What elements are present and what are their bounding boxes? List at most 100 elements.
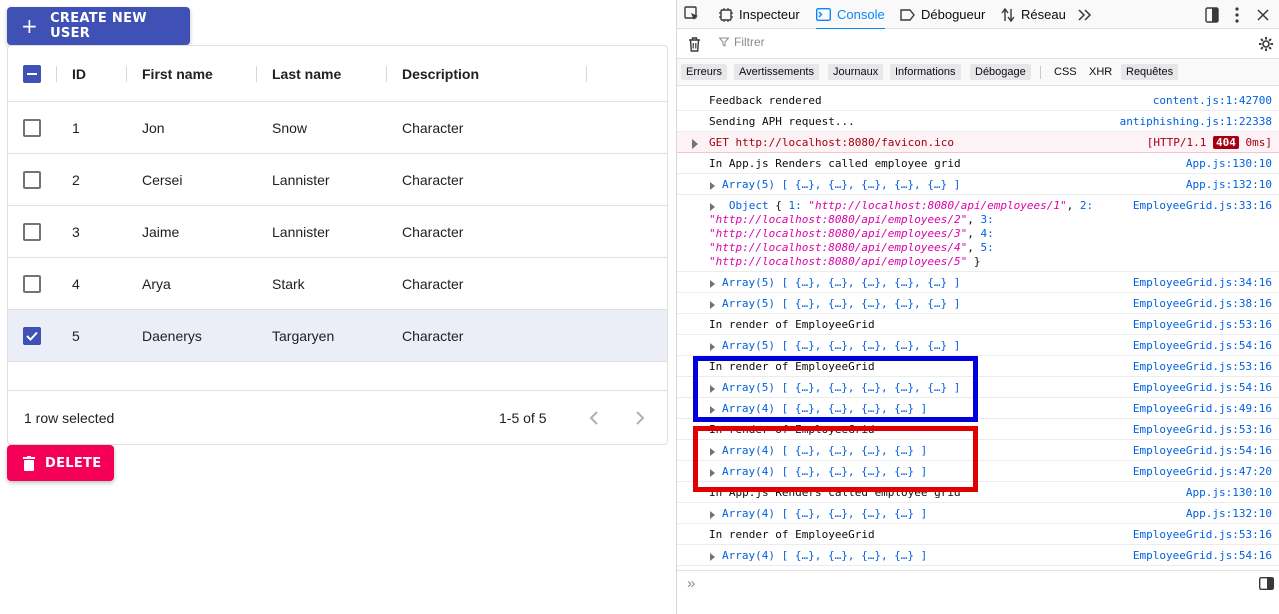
row-checkbox[interactable] — [23, 222, 41, 241]
filter-xhr-button[interactable]: XHR — [1084, 64, 1117, 80]
tab-network[interactable]: Réseau — [1001, 0, 1066, 29]
console-message[interactable]: Array(4) [ {…}, {…}, {…}, {…} ] App.js:13… — [677, 503, 1279, 524]
red-highlight-box — [693, 426, 978, 492]
cell-description: Character — [402, 171, 464, 188]
table-row[interactable]: 3 Jaime Lannister Character — [8, 206, 667, 258]
cell-first-name: Jaime — [142, 223, 180, 240]
previous-page-icon[interactable] — [584, 408, 604, 428]
console-message-source[interactable]: App.js:130:10 — [1186, 486, 1272, 499]
expand-arrow-icon[interactable] — [710, 301, 715, 309]
cell-first-name: Arya — [142, 275, 171, 292]
expand-arrow-icon[interactable] — [710, 343, 715, 351]
trash-icon[interactable] — [685, 35, 703, 53]
console-input[interactable]: » — [677, 570, 1279, 614]
table-row[interactable]: 2 Cersei Lannister Character — [8, 154, 667, 206]
delete-button[interactable]: DELETE — [7, 445, 114, 481]
plus-icon: + — [21, 14, 39, 38]
console-message[interactable]: App.js:130:10 In App.js Renders called em… — [677, 153, 1279, 174]
console-message-text: Array(5) [ {…}, {…}, {…}, {…}, {…} ] — [722, 276, 961, 289]
expand-arrow-icon[interactable] — [710, 182, 715, 190]
filter-errors-button[interactable]: Erreurs — [681, 64, 728, 80]
console-message[interactable]: Array(5) [ {…}, {…}, {…}, {…}, {…} ] Empl… — [677, 293, 1279, 314]
console-message[interactable]: Array(4) [ {…}, {…}, {…}, {…} ] EmployeeG… — [677, 545, 1279, 566]
console-message[interactable]: Array(5) [ {…}, {…}, {…}, {…}, {…} ] Empl… — [677, 335, 1279, 356]
console-message-source[interactable]: EmployeeGrid.js:34:16 — [1133, 276, 1272, 289]
filter-requests-button[interactable]: Requêtes — [1121, 64, 1179, 80]
console-error-message[interactable]: GET http://localhost:8080/favicon.ico [HT… — [677, 132, 1279, 153]
console-message[interactable]: EmployeeGrid.js:53:16 In render of Employ… — [677, 314, 1279, 335]
grid-header: ID First name Last name Description — [8, 46, 667, 102]
app-panel: + CREATE NEW USER ID First name Last nam… — [0, 0, 676, 614]
next-page-icon[interactable] — [630, 408, 650, 428]
filter-warnings-button[interactable]: Avertissements — [734, 64, 819, 80]
expand-arrow-icon[interactable] — [710, 280, 715, 288]
row-checkbox[interactable] — [23, 170, 41, 189]
console-message-source[interactable]: EmployeeGrid.js:33:16 — [1133, 199, 1272, 212]
expand-arrow-icon[interactable] — [710, 511, 715, 519]
console-message[interactable]: Object { 1: "http://localhost:8080/api/e… — [677, 195, 1279, 272]
filter-logs-button[interactable]: Journaux — [828, 64, 884, 80]
cell-id: 1 — [72, 119, 80, 136]
table-row[interactable]: 5 Daenerys Targaryen Character — [8, 310, 667, 362]
tab-debugger[interactable]: Débogueur — [900, 0, 985, 29]
table-row[interactable]: 1 Jon Snow Character — [8, 102, 667, 154]
row-checkbox[interactable] — [23, 274, 41, 293]
console-message[interactable]: content.js:1:42700 Feedback rendered — [677, 90, 1279, 111]
select-all-cell — [23, 46, 41, 101]
console-message[interactable]: Array(5) [ {…}, {…}, {…}, {…}, {…} ] Empl… — [677, 272, 1279, 293]
cell-id: 5 — [72, 327, 80, 344]
expand-arrow-icon[interactable] — [692, 139, 698, 149]
console-message-source[interactable]: EmployeeGrid.js:38:16 — [1133, 297, 1272, 310]
filter-input[interactable]: Filtrer — [719, 35, 765, 49]
devtools-toolbar: Inspecteur Console Débogueur Réseau — [677, 0, 1279, 30]
column-header-last-name[interactable]: Last name — [272, 46, 341, 101]
console-message-source[interactable]: EmployeeGrid.js:54:16 — [1133, 381, 1272, 394]
console-message-source[interactable]: EmployeeGrid.js:54:16 — [1133, 444, 1272, 457]
column-header-first-name[interactable]: First name — [142, 46, 213, 101]
console-message-source[interactable]: EmployeeGrid.js:54:16 — [1133, 339, 1272, 352]
pick-element-icon[interactable] — [683, 5, 701, 23]
column-header-id[interactable]: ID — [72, 46, 86, 101]
select-all-checkbox[interactable] — [23, 64, 41, 83]
console-message-source[interactable]: content.js:1:42700 — [1153, 94, 1272, 107]
split-console-icon[interactable] — [1257, 574, 1275, 592]
console-message-source[interactable]: App.js:130:10 — [1186, 157, 1272, 170]
cell-description: Character — [402, 223, 464, 240]
console-message[interactable]: EmployeeGrid.js:53:16 In render of Employ… — [677, 524, 1279, 545]
console-message-source[interactable]: EmployeeGrid.js:49:16 — [1133, 402, 1272, 415]
tab-console[interactable]: Console — [816, 0, 885, 30]
console-message-text: Object { 1: "http://localhost:8080/api/e… — [709, 199, 1094, 268]
employee-grid: ID First name Last name Description 1 Jon… — [7, 45, 668, 445]
filter-css-button[interactable]: CSS — [1049, 64, 1082, 80]
expand-arrow-icon[interactable] — [710, 553, 715, 561]
console-message-source[interactable]: EmployeeGrid.js:53:16 — [1133, 423, 1272, 436]
row-checkbox[interactable] — [23, 118, 41, 137]
filter-debug-button[interactable]: Débogage — [970, 64, 1031, 80]
create-user-button[interactable]: + CREATE NEW USER — [7, 7, 190, 45]
tab-inspector[interactable]: Inspecteur — [719, 0, 800, 29]
console-message-source[interactable]: antiphishing.js:1:22338 — [1120, 115, 1272, 128]
console-message-source[interactable]: App.js:132:10 — [1186, 178, 1272, 191]
console-message-text: In render of EmployeeGrid — [709, 318, 875, 331]
options-menu-icon[interactable] — [1228, 6, 1246, 24]
console-message[interactable]: antiphishing.js:1:22338 Sending APH reque… — [677, 111, 1279, 132]
more-tabs-icon[interactable] — [1076, 6, 1094, 24]
console-message-source[interactable]: EmployeeGrid.js:47:20 — [1133, 465, 1272, 478]
filter-icon — [719, 37, 729, 47]
filter-info-button[interactable]: Informations — [890, 64, 961, 80]
cell-id: 4 — [72, 275, 80, 292]
cell-description: Character — [402, 327, 464, 344]
settings-gear-icon[interactable] — [1257, 35, 1275, 53]
dock-side-icon[interactable] — [1203, 6, 1221, 24]
console-message-source[interactable]: [HTTP/1.1 404 0ms] — [1147, 136, 1272, 149]
row-checkbox[interactable] — [23, 326, 41, 345]
console-message[interactable]: Array(5) [ {…}, {…}, {…}, {…}, {…} ] App.… — [677, 174, 1279, 195]
console-message-source[interactable]: EmployeeGrid.js:53:16 — [1133, 360, 1272, 373]
console-message-source[interactable]: EmployeeGrid.js:53:16 — [1133, 318, 1272, 331]
console-message-source[interactable]: EmployeeGrid.js:53:16 — [1133, 528, 1272, 541]
console-message-source[interactable]: App.js:132:10 — [1186, 507, 1272, 520]
console-message-source[interactable]: EmployeeGrid.js:54:16 — [1133, 549, 1272, 562]
column-header-description[interactable]: Description — [402, 46, 479, 101]
close-icon[interactable] — [1254, 6, 1272, 24]
table-row[interactable]: 4 Arya Stark Character — [8, 258, 667, 310]
